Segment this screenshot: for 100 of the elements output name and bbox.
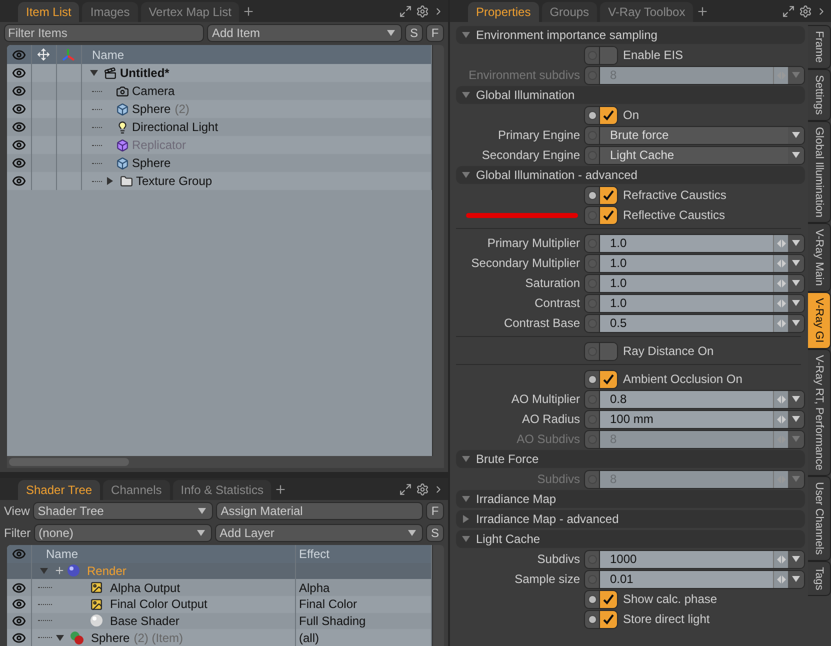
side-tab[interactable]: V-Ray GI bbox=[808, 292, 831, 349]
layer-name[interactable]: Final Color Output bbox=[110, 597, 208, 612]
section-header[interactable]: Irradiance Map - advanced bbox=[456, 510, 805, 528]
number-field[interactable]: 1.0 bbox=[584, 294, 805, 312]
item-name[interactable]: Untitled* bbox=[120, 66, 170, 80]
add-tab-icon[interactable] bbox=[274, 483, 288, 496]
section-header[interactable]: Irradiance Map bbox=[456, 490, 805, 508]
side-tab[interactable]: Settings bbox=[808, 68, 831, 121]
down-triangle-icon bbox=[792, 151, 800, 159]
layer-name[interactable]: Alpha Output bbox=[110, 580, 180, 595]
move-icon[interactable] bbox=[37, 48, 50, 61]
side-tab[interactable]: User Channels bbox=[808, 476, 831, 561]
panel-tab[interactable]: Shader Tree bbox=[18, 480, 100, 500]
checkbox[interactable] bbox=[584, 186, 618, 204]
settings-icon[interactable] bbox=[416, 483, 429, 496]
panel-tab[interactable]: Properties bbox=[468, 2, 539, 22]
down-triangle-icon bbox=[792, 71, 800, 79]
toggle-button[interactable]: S bbox=[404, 24, 423, 42]
eye-icon[interactable] bbox=[12, 597, 26, 612]
checkbox[interactable] bbox=[584, 610, 618, 628]
add-layer-dropdown[interactable]: Add Layer bbox=[214, 524, 423, 542]
item-name[interactable]: Sphere (2) bbox=[132, 102, 190, 116]
eye-icon[interactable] bbox=[12, 614, 26, 628]
dot-icon bbox=[588, 150, 596, 160]
panel-tab[interactable]: Groups bbox=[542, 2, 598, 22]
number-field[interactable]: 1.0 bbox=[584, 274, 805, 292]
eye-icon[interactable] bbox=[12, 84, 26, 98]
panel-tab[interactable]: Channels bbox=[103, 480, 170, 500]
eye-icon[interactable] bbox=[12, 102, 26, 116]
filter-field[interactable]: Filter Items bbox=[4, 24, 204, 42]
number-field[interactable]: 1.0 bbox=[584, 234, 805, 252]
checkbox[interactable] bbox=[584, 206, 618, 224]
add-tab-icon[interactable] bbox=[242, 5, 256, 18]
checkbox[interactable] bbox=[584, 590, 618, 608]
dropdown-field[interactable]: Brute force bbox=[584, 126, 805, 144]
view-dropdown[interactable]: Shader Tree bbox=[32, 502, 213, 520]
side-tab[interactable]: Frame bbox=[808, 25, 831, 69]
number-field[interactable]: 0.01 bbox=[584, 570, 805, 588]
maximize-icon[interactable] bbox=[782, 5, 795, 18]
section-header[interactable]: Brute Force bbox=[456, 450, 805, 468]
down-triangle-icon bbox=[462, 495, 470, 503]
toggle-button[interactable]: F bbox=[426, 24, 444, 42]
column-header[interactable]: Name bbox=[46, 546, 78, 561]
layer-name[interactable]: Sphere (2) (Item) bbox=[91, 630, 184, 645]
panel-tab[interactable]: V-Ray Toolbox bbox=[600, 2, 694, 22]
eye-icon[interactable] bbox=[12, 66, 26, 80]
section-header[interactable]: Global Illumination - advanced bbox=[456, 166, 805, 184]
checkbox[interactable] bbox=[584, 106, 618, 124]
section-header[interactable]: Environment importance sampling bbox=[456, 26, 805, 44]
layer-name[interactable]: Base Shader bbox=[110, 614, 180, 628]
section-header[interactable]: Light Cache bbox=[456, 530, 805, 548]
number-field[interactable]: 0.5 bbox=[584, 314, 805, 332]
side-tab[interactable]: Tags bbox=[808, 560, 831, 596]
number-field[interactable]: 1.0 bbox=[584, 254, 805, 272]
column-header[interactable]: Name bbox=[92, 48, 124, 62]
filter-dropdown[interactable]: (none) bbox=[34, 524, 212, 542]
eye-icon[interactable] bbox=[12, 630, 26, 645]
down-triangle-icon bbox=[196, 529, 205, 537]
scrollbar-track[interactable] bbox=[432, 45, 444, 456]
column-header[interactable]: Effect bbox=[299, 546, 330, 561]
item-name[interactable]: Texture Group bbox=[136, 174, 212, 188]
checkbox[interactable] bbox=[584, 342, 618, 360]
panel-tab[interactable]: Info & Statistics bbox=[172, 480, 272, 500]
side-tab[interactable]: Global Illumination bbox=[808, 120, 831, 224]
eye-icon[interactable] bbox=[12, 174, 26, 188]
f-button[interactable]: F bbox=[426, 502, 444, 520]
number-field[interactable]: 0.8 bbox=[584, 390, 805, 408]
eye-icon[interactable] bbox=[12, 546, 26, 561]
eye-icon[interactable] bbox=[12, 138, 26, 152]
number-field[interactable]: 100 mm bbox=[584, 410, 805, 428]
add-item-dropdown[interactable]: Add Item bbox=[207, 24, 402, 42]
eye-icon[interactable] bbox=[12, 120, 26, 134]
field-label: Secondary Engine bbox=[480, 148, 580, 162]
number-field[interactable]: 1000 bbox=[584, 550, 805, 568]
plus-icon[interactable] bbox=[54, 565, 65, 576]
panel-tab[interactable]: Images bbox=[82, 2, 138, 22]
item-name[interactable]: Sphere bbox=[132, 156, 171, 170]
settings-icon[interactable] bbox=[416, 5, 429, 18]
eye-icon[interactable] bbox=[12, 48, 26, 62]
section-header[interactable]: Global Illumination bbox=[456, 86, 805, 104]
dropdown-field[interactable]: Light Cache bbox=[584, 146, 805, 164]
maximize-icon[interactable] bbox=[399, 483, 412, 496]
settings-icon[interactable] bbox=[799, 5, 812, 18]
checkbox[interactable] bbox=[584, 370, 618, 388]
item-name[interactable]: Directional Light bbox=[132, 120, 218, 134]
side-tab[interactable]: V-Ray Main bbox=[808, 223, 831, 292]
maximize-icon[interactable] bbox=[399, 5, 412, 18]
assign-material-button[interactable]: Assign Material bbox=[216, 502, 423, 520]
checkbox[interactable] bbox=[584, 46, 618, 64]
eye-icon[interactable] bbox=[12, 580, 26, 595]
eye-icon[interactable] bbox=[12, 156, 26, 170]
down-triangle-icon bbox=[90, 69, 98, 77]
item-name[interactable]: Camera bbox=[132, 84, 175, 98]
scrollbar-track[interactable] bbox=[432, 545, 444, 646]
s-button[interactable]: S bbox=[426, 524, 444, 542]
down-triangle-icon bbox=[198, 507, 206, 515]
panel-tab[interactable]: Vertex Map List bbox=[140, 2, 240, 22]
side-tab[interactable]: V-Ray RT, Performance bbox=[808, 348, 831, 476]
add-tab-icon[interactable] bbox=[696, 5, 710, 18]
panel-tab[interactable]: Item List bbox=[18, 2, 80, 22]
